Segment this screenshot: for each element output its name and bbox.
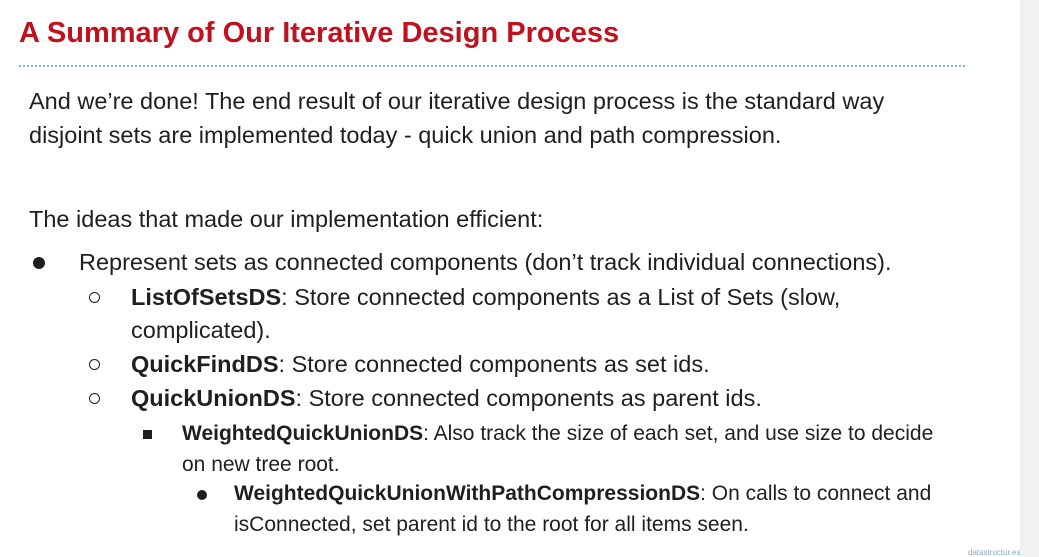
ideas-heading: The ideas that made our implementation e… — [29, 206, 544, 232]
bullet-circle-icon — [89, 359, 100, 370]
quickfind-desc: : Store connected components as set ids. — [278, 351, 710, 377]
bullet-square-icon — [143, 430, 152, 439]
path-compression-desc-cont: isConnected, set parent id to the root f… — [234, 513, 749, 536]
intro-line-2: disjoint sets are implemented today - qu… — [29, 122, 782, 148]
footer-url: datastructur.es — [968, 548, 1021, 557]
weighted-desc: : Also track the size of each set, and u… — [423, 422, 934, 445]
bullet-circle-icon — [89, 393, 100, 404]
bullet-quickfind: QuickFindDS: Store connected components … — [131, 347, 710, 381]
listofsets-desc-cont: complicated). — [131, 317, 271, 343]
slide: A Summary of Our Iterative Design Proces… — [0, 0, 1020, 557]
intro-line-1: And we’re done! The end result of our it… — [29, 88, 885, 114]
bullet-disc-icon — [33, 257, 45, 269]
listofsets-name: ListOfSetsDS — [131, 284, 282, 310]
right-panel-strip — [1020, 0, 1039, 557]
bullet-quickunion: QuickUnionDS: Store connected components… — [131, 381, 762, 415]
path-compression-name: WeightedQuickUnionWithPathCompressionDS — [234, 482, 701, 505]
bullet-path-compression: WeightedQuickUnionWithPathCompressionDS:… — [234, 477, 931, 511]
bullet-circle-icon — [89, 292, 100, 303]
bullet-weighted-quickunion: WeightedQuickUnionDS: Also track the siz… — [182, 417, 933, 451]
quickfind-name: QuickFindDS — [131, 351, 279, 377]
bullet-disc-icon — [197, 490, 207, 500]
weighted-name: WeightedQuickUnionDS — [182, 422, 424, 445]
quickunion-desc: : Store connected components as parent i… — [295, 385, 762, 411]
intro-paragraph: And we’re done! The end result of our it… — [29, 84, 884, 152]
listofsets-desc: : Store connected components as a List o… — [281, 284, 841, 310]
path-compression-desc: : On calls to connect and — [700, 482, 932, 505]
title-divider — [19, 65, 965, 67]
bullet-listofsets: ListOfSetsDS: Store connected components… — [131, 280, 840, 314]
quickunion-name: QuickUnionDS — [131, 385, 296, 411]
bullet-connected-components: Represent sets as connected components (… — [79, 249, 892, 275]
slide-title: A Summary of Our Iterative Design Proces… — [19, 17, 620, 49]
